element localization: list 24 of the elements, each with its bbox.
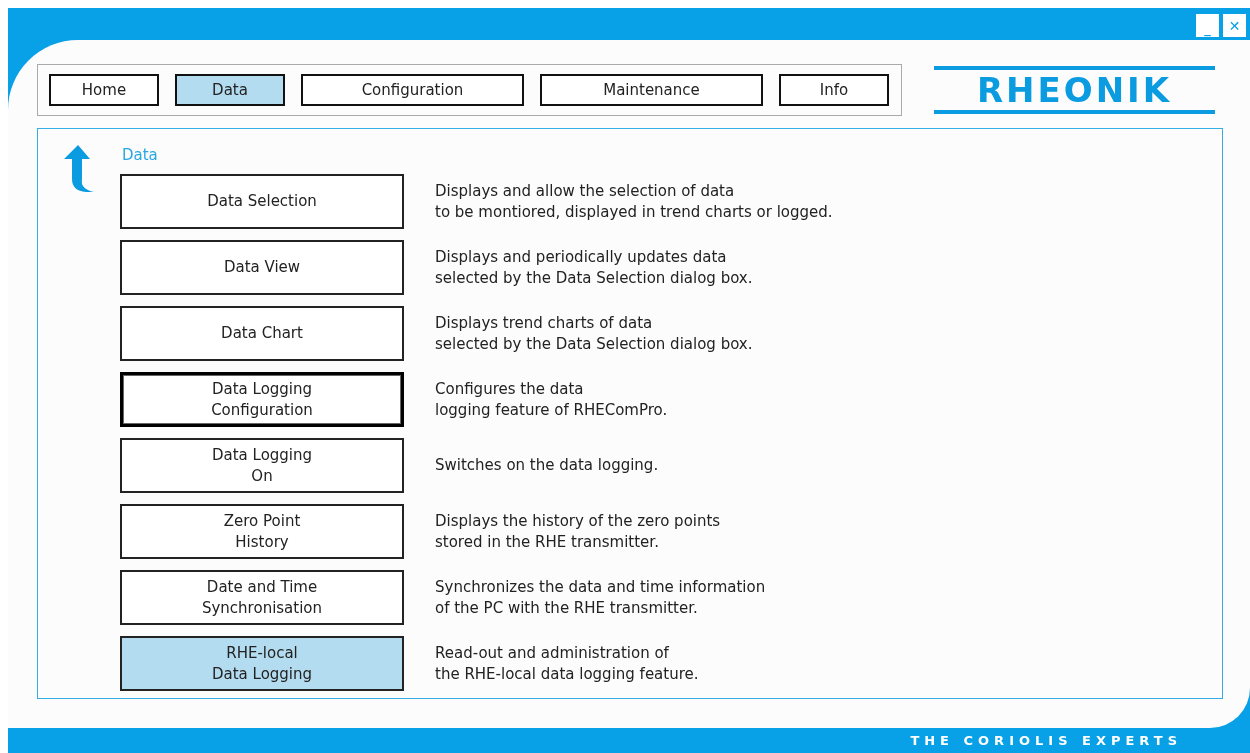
- menu-button[interactable]: Zero Point History: [120, 504, 404, 559]
- item-description: Switches on the data logging.: [435, 455, 659, 476]
- section-title: Data: [122, 146, 159, 164]
- menu-button[interactable]: RHE-local Data Logging: [120, 636, 404, 691]
- item-description: Displays the history of the zero points stored in the RHE transmitter.: [435, 510, 721, 553]
- menu-button[interactable]: Data View: [120, 240, 404, 295]
- logo: RHEONIK: [934, 66, 1215, 114]
- item-description: Displays and allow the selection of data to be montiored, displayed in trend charts or logged.: [435, 180, 833, 223]
- menu-button[interactable]: Data Chart: [120, 306, 404, 361]
- item-description: Read-out and administration of the RHE-local data logging feature.: [435, 642, 699, 685]
- nav-button[interactable]: Home: [49, 74, 159, 106]
- menu-button[interactable]: Data Selection: [120, 174, 404, 229]
- tagline: THE CORIOLIS EXPERTS: [910, 733, 1182, 748]
- item-description: Configures the data logging feature of RHEComPro.: [435, 378, 668, 421]
- item-description: Displays and periodically updates data selected by the Data Selection dialog box.: [435, 246, 753, 289]
- nav-button[interactable]: Data: [175, 74, 285, 106]
- nav-button[interactable]: Info: [779, 74, 889, 106]
- nav-button[interactable]: Maintenance: [540, 74, 763, 106]
- menu-button[interactable]: Data Logging Configuration: [120, 372, 404, 427]
- menu-button[interactable]: Date and Time Synchronisation: [120, 570, 404, 625]
- nav-button[interactable]: Configuration: [301, 74, 524, 106]
- item-description: Synchronizes the data and time information of the PC with the RHE transmitter.: [435, 576, 766, 619]
- item-description: Displays trend charts of data selected by the Data Selection dialog box.: [435, 312, 753, 355]
- menu-button[interactable]: Data Logging On: [120, 438, 404, 493]
